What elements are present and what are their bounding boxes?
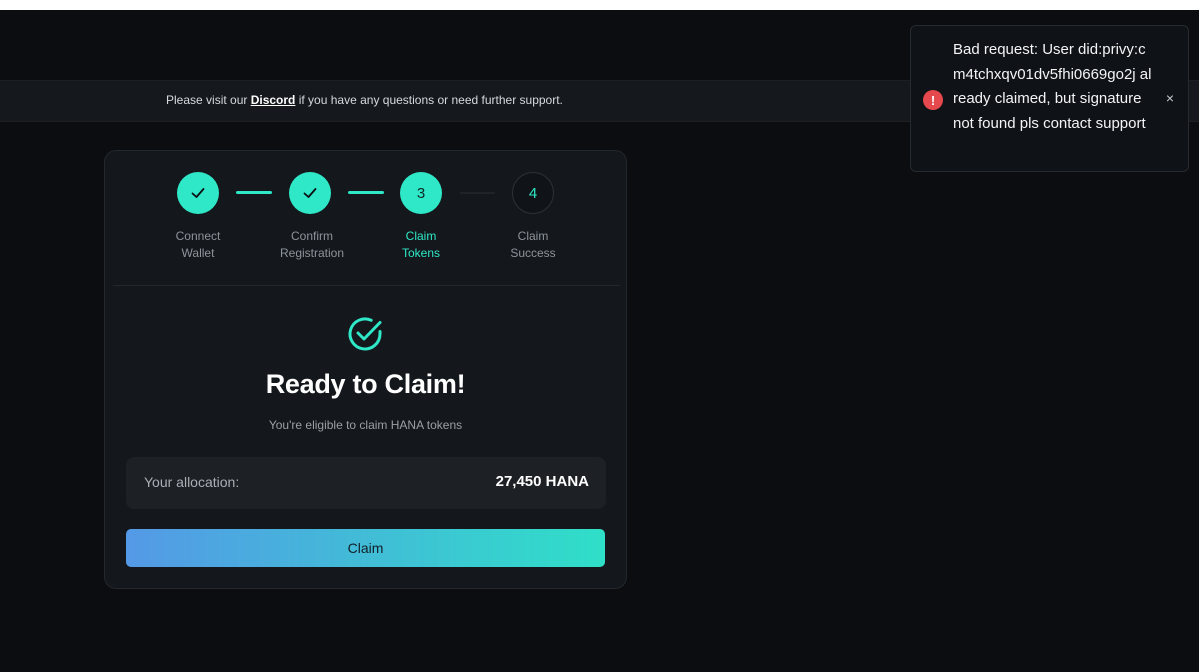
allocation-box: Your allocation: 27,450 HANA bbox=[126, 457, 606, 509]
step-2-label-line1: Confirm bbox=[290, 229, 333, 243]
eligibility-text: You're eligible to claim HANA tokens bbox=[268, 418, 463, 432]
step-1-label: Connect Wallet bbox=[143, 228, 253, 262]
toast-message: Bad request: User did:privy:cm4tchxqv01d… bbox=[953, 41, 1152, 132]
check-icon bbox=[191, 188, 205, 198]
check-icon bbox=[303, 188, 317, 198]
step-connector-3 bbox=[460, 192, 495, 194]
support-notice: Please visit our Discord if you have any… bbox=[166, 93, 563, 107]
step-2-label: Confirm Registration bbox=[257, 228, 367, 262]
ready-title: Ready to Claim! bbox=[265, 369, 466, 399]
step-connector-2 bbox=[348, 191, 384, 194]
step-1-label-line1: Connect bbox=[175, 229, 221, 243]
step-2-circle bbox=[289, 172, 331, 214]
browser-top-strip bbox=[0, 0, 1199, 10]
check-circle-icon bbox=[348, 317, 382, 351]
step-4-label: Claim Success bbox=[478, 228, 588, 262]
step-3-label: Claim Tokens bbox=[366, 228, 476, 262]
notice-prefix: Please visit our bbox=[166, 93, 251, 107]
step-3-label-line1: Claim bbox=[405, 229, 437, 243]
step-4-label-line1: Claim bbox=[517, 229, 549, 243]
step-4-label-line2: Success bbox=[510, 246, 556, 260]
step-3-label-line2: Tokens bbox=[401, 246, 441, 260]
discord-link[interactable]: Discord bbox=[251, 93, 296, 107]
card-divider bbox=[113, 285, 620, 286]
allocation-value: 27,450 HANA bbox=[495, 473, 589, 490]
close-icon[interactable]: × bbox=[1161, 89, 1179, 107]
claim-card: 3 4 Connect Wallet Confirm Registration … bbox=[104, 150, 627, 589]
step-1-label-line2: Wallet bbox=[181, 246, 215, 260]
step-1-circle bbox=[177, 172, 219, 214]
error-icon: ! bbox=[923, 90, 943, 110]
claim-button[interactable]: Claim bbox=[126, 529, 605, 567]
step-connector-1 bbox=[236, 191, 272, 194]
step-4-circle: 4 bbox=[512, 172, 554, 214]
allocation-label: Your allocation: bbox=[144, 474, 240, 490]
notice-suffix: if you have any questions or need furthe… bbox=[295, 93, 563, 107]
step-3-circle: 3 bbox=[400, 172, 442, 214]
step-2-label-line2: Registration bbox=[279, 246, 345, 260]
error-toast: ! Bad request: User did:privy:cm4tchxqv0… bbox=[910, 25, 1189, 172]
